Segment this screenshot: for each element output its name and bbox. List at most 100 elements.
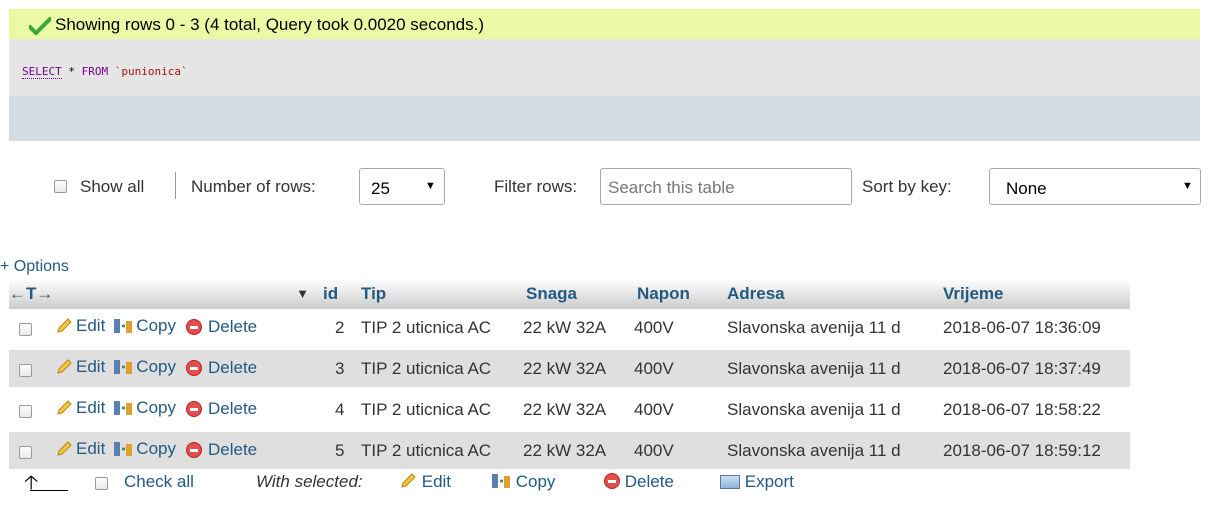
with-selected-label: With selected: (256, 472, 363, 491)
row-delete-button[interactable]: Delete (185, 357, 258, 378)
row-checkbox[interactable] (19, 404, 32, 418)
table-row[interactable]: Edit Copy Delete 3 TIP 2 uticnica AC 22 kW 32… (9, 350, 1130, 387)
bulk-actions-bar: 🡡 Check all With selected: Edit Copy Del… (0, 464, 1209, 504)
number-of-rows-value: 25 (371, 179, 390, 198)
show-all-checkbox[interactable] (54, 180, 67, 193)
bulk-export-label: Export (744, 472, 794, 491)
copy-icon (114, 318, 133, 333)
cell-napon: 400V (633, 350, 723, 387)
row-copy-button[interactable]: Copy (113, 357, 176, 377)
check-all-checkbox[interactable] (95, 477, 108, 490)
cell-snaga: 22 kW 32A (522, 350, 633, 387)
chevron-down-icon: ▼ (1182, 180, 1193, 192)
row-checkbox[interactable] (19, 363, 32, 377)
column-header-napon[interactable]: Napon (633, 279, 723, 309)
success-message-text: Showing rows 0 - 3 (4 total, Query took … (55, 15, 485, 34)
copy-icon (492, 474, 510, 488)
row-checkbox[interactable] (19, 322, 32, 336)
row-delete-button[interactable]: Delete (185, 440, 257, 460)
row-edit-label: Edit (76, 397, 106, 417)
copy-icon (114, 441, 133, 456)
pencil-icon (57, 399, 72, 415)
row-actions-cell: Edit Copy Delete (9, 350, 319, 387)
cell-napon: 400V (633, 391, 723, 428)
column-arrows-icon[interactable]: ←T→ (9, 284, 53, 303)
row-edit-button[interactable]: Edit (55, 316, 105, 336)
copy-icon (114, 359, 133, 374)
row-copy-button[interactable]: Copy (113, 398, 176, 418)
column-resize-header[interactable]: ←T→ ▼ (9, 279, 319, 309)
delete-icon (185, 441, 202, 458)
cell-tip: TIP 2 uticnica AC (357, 350, 522, 387)
table-row[interactable]: Edit Copy Delete 2 TIP 2 uticnica AC 22 kW 32… (9, 309, 1130, 346)
delete-icon (185, 400, 202, 417)
divider (175, 172, 176, 199)
filter-rows-input[interactable]: Search this table (600, 168, 852, 205)
delete-icon (185, 359, 202, 376)
sort-dropdown-icon[interactable]: ▼ (296, 286, 309, 301)
cell-tip: TIP 2 uticnica AC (357, 309, 522, 346)
pencil-icon (57, 358, 72, 374)
sort-by-key-label: Sort by key: (862, 177, 952, 196)
arrow-line (30, 490, 68, 491)
row-copy-button[interactable]: Copy (113, 439, 176, 459)
row-copy-label: Copy (136, 356, 176, 376)
row-delete-button[interactable]: Delete (185, 399, 257, 419)
number-of-rows-select[interactable]: 25 ▼ (359, 168, 445, 205)
number-of-rows-label: Number of rows: (191, 177, 316, 196)
bulk-copy-label: Copy (515, 472, 556, 491)
sql-toolbar-band (9, 96, 1200, 141)
sql-select-keyword[interactable]: SELECT (22, 65, 62, 79)
success-message-bar: Showing rows 0 - 3 (4 total, Query took … (9, 9, 1200, 39)
delete-icon (604, 473, 620, 489)
row-edit-button[interactable]: Edit (55, 357, 105, 377)
table-row[interactable]: Edit Copy Delete 4 TIP 2 uticnica AC 22 kW 32… (9, 391, 1130, 428)
filter-rows-label: Filter rows: (494, 177, 578, 196)
copy-icon (114, 400, 133, 415)
row-copy-label: Copy (136, 438, 176, 458)
bulk-delete-button[interactable]: Delete (604, 472, 674, 492)
table-header-row: ←T→ ▼ id Tip Snaga Napon Adresa Vrijeme (9, 279, 1130, 309)
sort-by-key-select[interactable]: None ▼ (989, 168, 1201, 205)
chevron-down-icon: ▼ (425, 180, 436, 192)
check-all-label[interactable]: Check all (124, 472, 194, 492)
table-navigation: Show all Number of rows: 25 ▼ Filter row… (0, 165, 1209, 211)
delete-icon (185, 318, 202, 335)
cell-vrijeme: 2018-06-07 18:58:22 (939, 391, 1130, 428)
row-copy-button[interactable]: Copy (113, 316, 176, 336)
row-edit-button[interactable]: Edit (55, 398, 105, 418)
cell-id: 3 (319, 350, 357, 387)
cell-adresa: Slavonska avenija 11 d (723, 309, 939, 346)
cell-tip: TIP 2 uticnica AC (357, 391, 522, 428)
cell-snaga: 22 kW 32A (522, 309, 633, 346)
sql-table-name: `punionica` (114, 65, 188, 78)
show-all-label[interactable]: Show all (80, 177, 144, 197)
cell-id: 2 (319, 309, 357, 346)
bulk-copy-button[interactable]: Copy (491, 472, 555, 492)
export-icon (720, 475, 740, 489)
bulk-edit-button[interactable]: Edit (399, 472, 451, 492)
row-copy-label: Copy (136, 315, 176, 335)
sql-star: * (68, 65, 75, 78)
cell-vrijeme: 2018-06-07 18:36:09 (939, 309, 1130, 346)
row-checkbox[interactable] (19, 445, 32, 459)
row-edit-label: Edit (76, 315, 106, 335)
row-delete-label: Delete (207, 357, 258, 377)
arrow-up-icon: 🡡 (24, 472, 39, 494)
row-actions-cell: Edit Copy Delete (9, 309, 319, 346)
row-delete-label: Delete (207, 316, 258, 336)
row-delete-button[interactable]: Delete (185, 316, 258, 337)
column-header-tip[interactable]: Tip (357, 279, 522, 309)
column-header-adresa[interactable]: Adresa (723, 279, 939, 309)
row-edit-button[interactable]: Edit (55, 439, 105, 459)
column-header-snaga[interactable]: Snaga (522, 279, 633, 309)
pencil-icon (57, 317, 72, 333)
checkmark-icon (29, 17, 51, 35)
results-table: ←T→ ▼ id Tip Snaga Napon Adresa Vrijeme … (9, 279, 1130, 469)
bulk-export-button[interactable]: Export (720, 472, 794, 492)
cell-vrijeme: 2018-06-07 18:37:49 (939, 350, 1130, 387)
options-toggle[interactable]: + Options (0, 258, 69, 276)
column-header-vrijeme[interactable]: Vrijeme (939, 279, 1130, 309)
row-copy-label: Copy (136, 397, 176, 417)
column-header-id[interactable]: id (319, 279, 357, 309)
